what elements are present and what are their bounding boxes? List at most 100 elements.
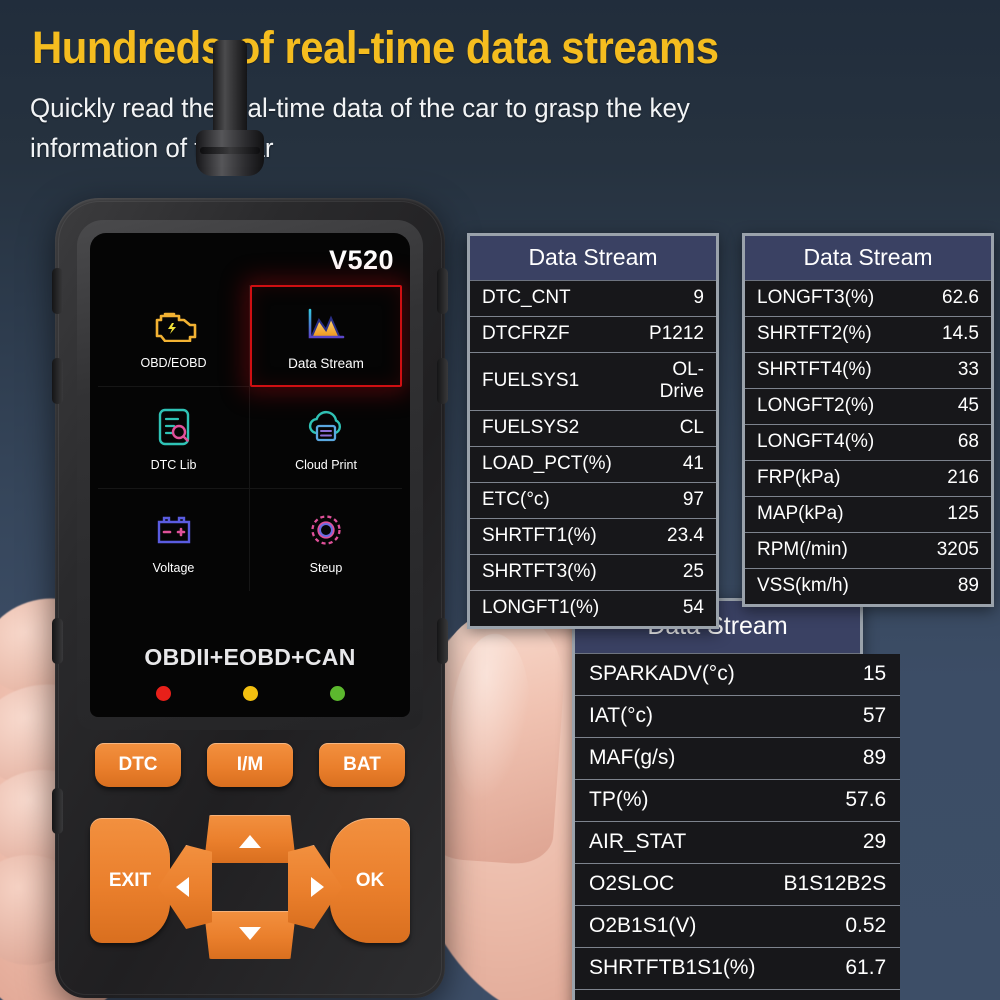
parameter-label: SHRTFTB1S1(%) [575, 947, 770, 990]
data-stream-row: SPARKADV(°c) 15 [575, 654, 901, 696]
data-stream-row: SHRTFT2(%) 14.5 [745, 316, 991, 353]
parameter-label: O2B1S2(V) [575, 989, 770, 1000]
menu-item-dtc-lib[interactable]: DTC Lib [98, 387, 250, 489]
data-stream-row: DTC_CNT 9 [470, 281, 716, 317]
parameter-label: SPARKADV(°c) [575, 654, 770, 696]
parameter-value: OL-Drive [623, 352, 716, 411]
data-stream-row: LONGFT4(%) 68 [745, 424, 991, 461]
parameter-value: 125 [912, 496, 991, 533]
parameter-value: P1212 [623, 316, 716, 353]
parameter-label: LONGFT4(%) [745, 424, 913, 461]
data-stream-row: O2B1S1(V) 0.52 [575, 905, 901, 948]
data-stream-row: DTCFRZF P1212 [470, 316, 716, 353]
parameter-label: ETC(°c) [470, 482, 624, 519]
parameter-value: 0.52 [769, 905, 901, 948]
exit-button[interactable]: EXIT [90, 818, 170, 943]
parameter-value: 68 [912, 424, 991, 461]
arrow-down-icon [239, 926, 261, 940]
parameter-label: LONGFT3(%) [745, 281, 913, 317]
im-button[interactable]: I/M [207, 743, 293, 787]
parameter-label: DTC_CNT [470, 281, 624, 317]
menu-item-voltage[interactable]: Voltage [98, 489, 250, 591]
data-stream-row: SHRTFT4(%) 33 [745, 352, 991, 389]
data-stream-row: MAP(kPa) 125 [745, 496, 991, 533]
parameter-value: 216 [912, 460, 991, 497]
data-stream-row: FUELSYS1 OL-Drive [470, 352, 716, 411]
parameter-value: 57 [769, 695, 901, 738]
data-stream-row: ETC(°c) 97 [470, 482, 716, 519]
parameter-label: DTCFRZF [470, 316, 624, 353]
parameter-value: 89 [769, 737, 901, 780]
parameter-label: FUELSYS2 [470, 410, 624, 447]
parameter-value: B1S12B2S [769, 863, 901, 906]
parameter-value: 97 [623, 482, 716, 519]
gear-icon [305, 506, 347, 554]
grip-right-2 [437, 358, 448, 404]
parameter-label: MAP(kPa) [745, 496, 913, 533]
led-green [329, 686, 345, 701]
parameter-value: 33 [912, 352, 991, 389]
device-screen: V520 OBD/EOBD Data Stream DTC Lib Cloud … [90, 233, 410, 717]
parameter-label: O2SLOC [575, 863, 770, 906]
parameter-label: VSS(km/h) [745, 568, 913, 604]
parameter-label: SHRTFT3(%) [470, 554, 624, 591]
arrow-right-icon [311, 877, 324, 897]
parameter-label: LOAD_PCT(%) [470, 446, 624, 483]
data-stream-row: SHRTFT1(%) 23.4 [470, 518, 716, 555]
parameter-label: SHRTFT1(%) [470, 518, 624, 555]
parameter-value: 15 [769, 654, 901, 696]
led-red [155, 686, 171, 701]
dpad-up-button[interactable] [204, 815, 296, 863]
ok-button[interactable]: OK [330, 818, 410, 943]
data-stream-panel-3: Data Stream SPARKADV(°c)15IAT(°c)57MAF(g… [572, 598, 901, 1000]
obd-scanner-device: V520 OBD/EOBD Data Stream DTC Lib Cloud … [52, 198, 448, 998]
engine-icon [151, 301, 197, 349]
data-stream-row: O2SLOC B1S12B2S [575, 863, 901, 906]
parameter-label: LONGFT1(%) [470, 590, 624, 626]
parameter-value: 57.6 [769, 779, 901, 822]
parameter-value: 45 [912, 388, 991, 425]
keypad: DTC I/M BAT EXIT OK [55, 743, 445, 961]
parameter-label: SHRTFT4(%) [745, 352, 913, 389]
data-stream-row: MAF(g/s) 89 [575, 737, 901, 780]
bat-button[interactable]: BAT [319, 743, 405, 787]
parameter-value: 41 [623, 446, 716, 483]
navigation-pad: EXIT OK [55, 801, 445, 961]
device-model-label: V520 [328, 245, 394, 275]
main-menu-grid: OBD/EOBD Data Stream DTC Lib Cloud Print… [98, 285, 402, 591]
arrow-left-icon [176, 877, 189, 897]
panel-title: Data Stream [745, 236, 991, 281]
battery-icon [151, 506, 197, 554]
parameter-label: FRP(kPa) [745, 460, 913, 497]
parameter-value: 29 [769, 821, 901, 864]
menu-label-obd-eobd: OBD/EOBD [140, 356, 207, 370]
status-leds [90, 686, 410, 701]
data-stream-row: LOAD_PCT(%) 41 [470, 446, 716, 483]
parameter-label: FUELSYS1 [470, 352, 624, 411]
menu-item-data-stream[interactable]: Data Stream [250, 285, 402, 387]
menu-item-obd-eobd[interactable]: OBD/EOBD [98, 285, 250, 387]
function-key-row: DTC I/M BAT [55, 743, 445, 787]
page-subheadline: Quickly read the real-time data of the c… [30, 93, 690, 163]
page-headline: Hundreds of real-time data streams [32, 22, 719, 73]
grip-right-1 [437, 268, 448, 314]
area-chart-icon [303, 301, 349, 349]
menu-item-cloud-print[interactable]: Cloud Print [250, 387, 402, 489]
grip-left-2 [52, 358, 63, 404]
menu-label-dtc-lib: DTC Lib [150, 458, 197, 472]
data-stream-row: LONGFT1(%) 54 [470, 590, 716, 626]
dtc-button[interactable]: DTC [95, 743, 181, 787]
parameter-value: 62.6 [912, 281, 991, 317]
menu-item-setup[interactable]: Steup [250, 489, 402, 591]
parameter-value: 23.4 [623, 518, 716, 555]
data-stream-row: O2B1S2(V)1.8 [575, 989, 901, 1000]
parameter-label: SHRTFT2(%) [745, 316, 913, 353]
parameter-label: RPM(/min) [745, 532, 913, 569]
parameter-value: 3205 [912, 532, 991, 569]
grip-left-1 [52, 268, 63, 314]
led-yellow [242, 686, 258, 701]
parameter-value: 89 [912, 568, 991, 604]
screen-bezel: V520 OBD/EOBD Data Stream DTC Lib Cloud … [77, 220, 423, 730]
dpad-down-button[interactable] [204, 911, 296, 959]
arrow-up-icon [239, 834, 261, 848]
